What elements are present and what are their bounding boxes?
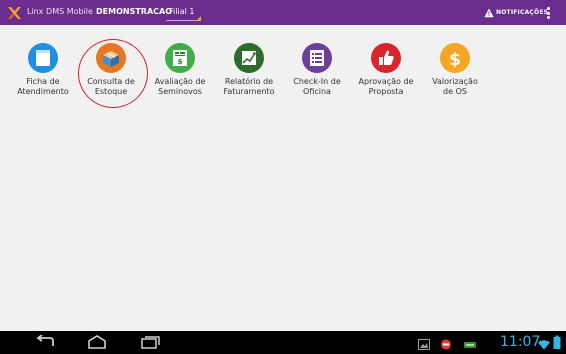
dollar-icon: $: [449, 50, 461, 70]
home-icon[interactable]: [84, 335, 110, 350]
tile-label: Avaliação de Seminovos: [154, 77, 206, 96]
status-clock: 11:07: [500, 334, 541, 350]
tile-icon-circle: [302, 43, 332, 73]
svg-text:$: $: [449, 50, 461, 70]
tile-aprovacao-proposta[interactable]: Aprovação de Proposta: [351, 40, 421, 97]
warning-icon: [484, 8, 494, 18]
action-bar: Linx DMS Mobile DEMONSTRACAO Filial 1 NO…: [0, 0, 566, 25]
system-nav-bar: 11:07: [0, 331, 566, 354]
dropdown-corner-icon: [196, 16, 201, 21]
chart-icon: [242, 51, 256, 65]
branch-underline: [166, 20, 200, 21]
linx-logo-icon: [8, 7, 21, 19]
tile-valorizacao-os[interactable]: $ Valorização de OS: [420, 40, 490, 97]
svg-text:$: $: [178, 58, 183, 66]
tile-check-in-oficina[interactable]: Check-In de Oficina: [282, 40, 352, 97]
money-document-icon: $: [173, 50, 187, 66]
thumbs-up-icon: [379, 50, 394, 65]
usb-notification-icon: [464, 342, 476, 348]
tile-icon-circle: $: [165, 43, 195, 73]
app-notification-icon: [441, 339, 451, 350]
tile-icon-circle: [371, 43, 401, 73]
form-icon: [36, 50, 50, 66]
branch-label: Filial 1: [169, 7, 195, 16]
tile-icon-circle: [28, 43, 58, 73]
wifi-icon: [538, 340, 550, 350]
app-title: Linx DMS Mobile: [27, 7, 93, 16]
battery-icon: [553, 335, 561, 349]
tile-ficha-atendimento[interactable]: Ficha de Atendimento: [8, 40, 78, 97]
tile-label: Ficha de Atendimento: [17, 77, 69, 96]
tile-label: Aprovação de Proposta: [358, 77, 414, 96]
tile-icon-circle: $: [440, 43, 470, 73]
tile-avaliacao-seminovos[interactable]: $ Avaliação de Seminovos: [145, 40, 215, 97]
notifications-label: NOTIFICAÇÕES: [496, 9, 549, 16]
selection-highlight-circle: [78, 39, 148, 108]
tile-icon-circle: [234, 43, 264, 73]
checklist-icon: [310, 50, 324, 66]
back-icon[interactable]: [33, 335, 59, 350]
tile-label: Relatório de Faturamento: [223, 77, 275, 96]
tile-label: Check-In de Oficina: [293, 77, 341, 96]
account-name[interactable]: DEMONSTRACAO: [96, 7, 172, 16]
gallery-notification-icon: [418, 339, 430, 350]
branch-selector[interactable]: Filial 1: [162, 2, 202, 22]
tile-relatorio-faturamento[interactable]: Relatório de Faturamento: [214, 40, 284, 97]
overflow-menu-icon[interactable]: [547, 7, 551, 19]
recent-apps-icon[interactable]: [137, 335, 163, 350]
tile-label: Valorização de OS: [432, 77, 478, 96]
